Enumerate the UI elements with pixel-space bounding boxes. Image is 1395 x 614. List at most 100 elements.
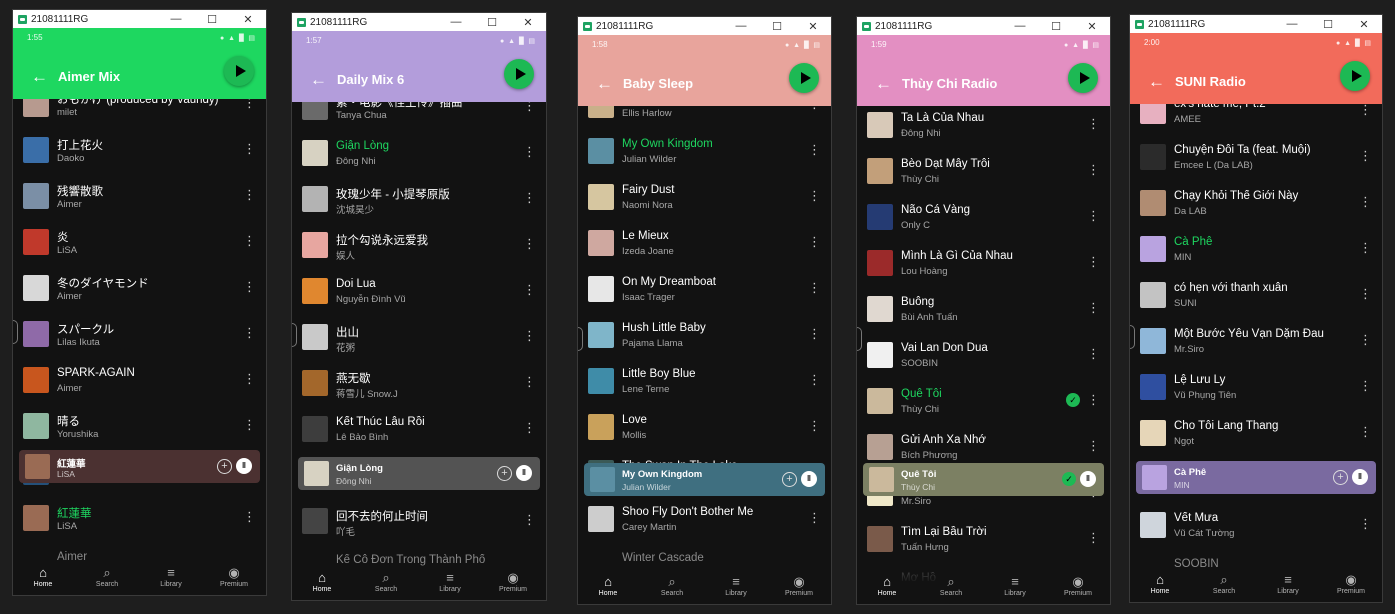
song-row[interactable]: Vết Mưa Vũ Cát Tường ⋮ <box>1130 504 1382 548</box>
more-options-icon[interactable]: ⋮ <box>808 235 821 249</box>
song-row[interactable]: Crooning BluesEllis Harlow⋮ <box>578 106 831 128</box>
song-row[interactable]: Buông Bùi Anh Tuấn ⋮ <box>857 288 1110 332</box>
pause-icon[interactable]: ‖ <box>1352 469 1368 485</box>
more-options-icon[interactable]: ⋮ <box>808 143 821 157</box>
play-button[interactable] <box>504 59 534 89</box>
nav-premium[interactable]: ◉ Premium <box>493 571 533 594</box>
nav-library[interactable]: ≡ Library <box>430 571 470 594</box>
nav-search[interactable]: ⌕ Search <box>931 575 971 598</box>
more-options-icon[interactable]: ⋮ <box>1087 531 1100 545</box>
nav-library[interactable]: ≡ Library <box>995 575 1035 598</box>
back-arrow-icon[interactable]: ← <box>875 75 892 92</box>
song-row[interactable]: 燕无歇 蒋雪儿 Snow.J ⋮ <box>292 362 546 406</box>
more-options-icon[interactable]: ⋮ <box>523 421 536 435</box>
more-options-icon[interactable]: ⋮ <box>523 283 536 297</box>
window-edge-handle[interactable] <box>292 323 297 347</box>
nav-library[interactable]: ≡ Library <box>716 575 756 598</box>
more-options-icon[interactable]: ⋮ <box>243 326 256 340</box>
more-options-icon[interactable]: ⋮ <box>1087 255 1100 269</box>
more-options-icon[interactable]: ⋮ <box>808 373 821 387</box>
more-options-icon[interactable]: ⋮ <box>1359 425 1372 439</box>
pause-icon[interactable]: ‖ <box>236 458 252 474</box>
back-arrow-icon[interactable]: ← <box>31 68 48 85</box>
song-row[interactable]: On My Dreamboat Isaac Trager ⋮ <box>578 268 831 312</box>
song-row[interactable]: スパークル Lilas Ikuta ⋮ <box>13 313 266 357</box>
close-button[interactable]: ✕ <box>230 13 266 26</box>
song-row[interactable]: 出山 花粥 ⋮ <box>292 316 546 360</box>
minimize-button[interactable]: — <box>723 20 759 32</box>
more-options-icon[interactable]: ⋮ <box>1359 195 1372 209</box>
close-button[interactable]: ✕ <box>510 16 546 29</box>
song-row[interactable]: Shoo Fly Don't Bother Me Carey Martin ⋮ <box>578 498 831 542</box>
song-row[interactable]: Mình Là Gì Của Nhau Lou Hoàng ⋮ <box>857 242 1110 286</box>
more-options-icon[interactable]: ⋮ <box>243 418 256 432</box>
mini-player[interactable]: Quê Tôi Thùy Chi ✓ ‖ <box>863 463 1104 496</box>
more-options-icon[interactable]: ⋮ <box>1359 287 1372 301</box>
back-arrow-icon[interactable]: ← <box>310 71 327 88</box>
song-row[interactable]: Bèo Dạt Mây Trôi Thùy Chi ⋮ <box>857 150 1110 194</box>
song-row[interactable]: SPARK-AGAIN Aimer ⋮ <box>13 359 266 403</box>
add-icon[interactable]: + <box>217 459 232 474</box>
more-options-icon[interactable]: ⋮ <box>808 189 821 203</box>
more-options-icon[interactable]: ⋮ <box>1359 241 1372 255</box>
nav-premium[interactable]: ◉ Premium <box>1058 575 1098 598</box>
window-edge-handle[interactable] <box>578 327 583 351</box>
song-row[interactable]: 玫瑰少年 - 小提琴原版 沈城昊少 ⋮ <box>292 178 546 222</box>
mini-player[interactable]: My Own Kingdom Julian Wilder + ‖ <box>584 463 825 496</box>
more-options-icon[interactable]: ⋮ <box>243 234 256 248</box>
song-row[interactable]: có hẹn với thanh xuân SUNI ⋮ <box>1130 274 1382 318</box>
nav-library[interactable]: ≡ Library <box>151 566 191 589</box>
more-options-icon[interactable]: ⋮ <box>523 145 536 159</box>
song-row[interactable]: Chạy Khỏi Thế Giới Này Da LAB ⋮ <box>1130 182 1382 226</box>
nav-search[interactable]: ⌕ Search <box>87 566 127 589</box>
add-icon[interactable]: + <box>782 472 797 487</box>
more-options-icon[interactable]: ⋮ <box>523 237 536 251</box>
nav-home[interactable]: ⌂ Home <box>1140 573 1180 596</box>
close-button[interactable]: ✕ <box>1346 18 1382 31</box>
song-row[interactable]: Cà Phê MIN ⋮ <box>1130 228 1382 272</box>
song-row[interactable]: Một Bước Yêu Vạn Dặm Đau Mr.Siro ⋮ <box>1130 320 1382 364</box>
more-options-icon[interactable]: ⋮ <box>808 511 821 525</box>
more-options-icon[interactable]: ⋮ <box>243 372 256 386</box>
song-row[interactable]: Lệ Lưu Ly Vũ Phụng Tiên ⋮ <box>1130 366 1382 410</box>
window-edge-handle[interactable] <box>1130 325 1135 349</box>
song-row[interactable]: Cho Tôi Lang Thang Ngọt ⋮ <box>1130 412 1382 456</box>
song-row[interactable]: 回不去的何止时间 吖毛 ⋮ <box>292 500 546 544</box>
more-options-icon[interactable]: ⋮ <box>1359 379 1372 393</box>
more-options-icon[interactable]: ⋮ <box>808 419 821 433</box>
song-row[interactable]: Giận Lòng Đông Nhi ⋮ <box>292 132 546 176</box>
maximize-button[interactable]: ☐ <box>474 16 510 29</box>
window-edge-handle[interactable] <box>13 320 18 344</box>
nav-search[interactable]: ⌕ Search <box>1204 573 1244 596</box>
song-row[interactable]: Fairy Dust Naomi Nora ⋮ <box>578 176 831 220</box>
window-edge-handle[interactable] <box>857 327 862 351</box>
pause-icon[interactable]: ‖ <box>801 471 817 487</box>
song-row[interactable]: My Own Kingdom Julian Wilder ⋮ <box>578 130 831 174</box>
nav-search[interactable]: ⌕ Search <box>366 571 406 594</box>
nav-home[interactable]: ⌂ Home <box>23 566 63 589</box>
mini-player[interactable]: 紅蓮華 LiSA + ‖ <box>19 450 260 483</box>
pause-icon[interactable]: ‖ <box>1080 471 1096 487</box>
more-options-icon[interactable]: ⋮ <box>243 280 256 294</box>
add-icon[interactable]: + <box>1333 470 1348 485</box>
play-button[interactable] <box>1340 61 1370 91</box>
song-row[interactable]: Ta Là Của Nhau Đông Nhi ⋮ <box>857 106 1110 148</box>
nav-home[interactable]: ⌂ Home <box>302 571 342 594</box>
song-row[interactable]: おもかげ (produced by Vaundy) milet ⋮ <box>13 99 266 127</box>
added-check-icon[interactable]: ✓ <box>1066 393 1080 407</box>
more-options-icon[interactable]: ⋮ <box>1087 117 1100 131</box>
play-button[interactable] <box>1068 63 1098 93</box>
play-button[interactable] <box>224 56 254 86</box>
more-options-icon[interactable]: ⋮ <box>243 142 256 156</box>
song-row[interactable]: 晴る Yorushika ⋮ <box>13 405 266 449</box>
song-row[interactable]: Vai Lan Don Dua SOOBIN ⋮ <box>857 334 1110 378</box>
add-icon[interactable]: + <box>497 466 512 481</box>
more-options-icon[interactable]: ⋮ <box>523 375 536 389</box>
song-row[interactable]: 紫・电影《怪王传》插曲 Tanya Chua ⋮ <box>292 102 546 130</box>
nav-search[interactable]: ⌕ Search <box>652 575 692 598</box>
song-row[interactable]: Le Mieux Izeda Joane ⋮ <box>578 222 831 266</box>
more-options-icon[interactable]: ⋮ <box>243 510 256 524</box>
back-arrow-icon[interactable]: ← <box>596 75 613 92</box>
more-options-icon[interactable]: ⋮ <box>523 102 536 113</box>
song-row[interactable]: ex's hate me, Pt.2 AMEE ⋮ <box>1130 104 1382 134</box>
